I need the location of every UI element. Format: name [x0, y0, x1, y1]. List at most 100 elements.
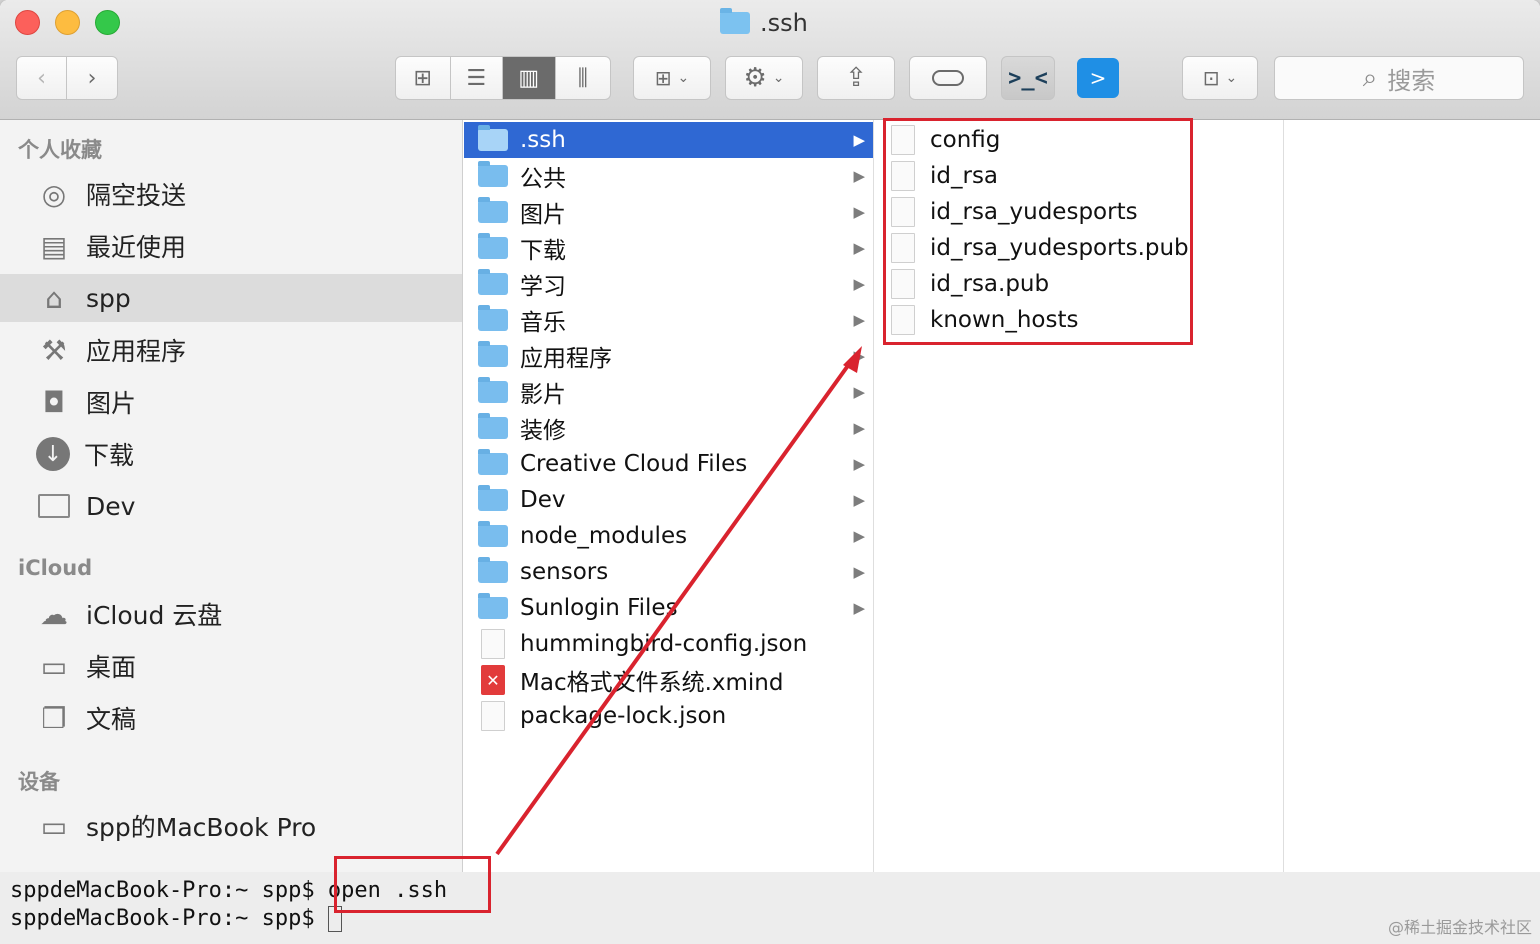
list-item-label: 装修 [520, 418, 566, 444]
search-placeholder: 搜索 [1387, 66, 1436, 95]
sidebar-item-home[interactable]: ⌂ spp [0, 274, 462, 322]
gear-icon: ⚙ [743, 63, 767, 93]
arrange-button[interactable]: ⊞ ⌄ [633, 56, 711, 100]
sidebar-item-label: 下载 [84, 441, 135, 470]
disclosure-arrow-icon: ▶ [853, 311, 865, 329]
folder-icon [720, 8, 750, 34]
applications-icon: ⚒ [41, 333, 67, 367]
list-item[interactable]: ✕ Mac格式文件系统.xmind [464, 662, 873, 698]
folder-icon [478, 521, 508, 547]
column-empty [1284, 120, 1540, 872]
list-item[interactable]: node_modules ▶ [464, 518, 873, 554]
sidebar-item-airdrop[interactable]: ◎ 隔空投送 [0, 170, 462, 218]
file-icon [481, 701, 505, 731]
close-window-button[interactable] [15, 10, 40, 35]
list-item[interactable]: 音乐 ▶ [464, 302, 873, 338]
back-button[interactable]: ‹ [17, 57, 68, 99]
sidebar-item-pictures[interactable]: ◘ 图片 [0, 378, 462, 426]
folder-icon [478, 197, 508, 223]
recents-icon: ▤ [40, 229, 68, 263]
sidebar-section-icloud: iCloud [18, 556, 93, 580]
sidebar-item-dev[interactable]: Dev [0, 482, 462, 530]
folder-icon [478, 593, 508, 619]
camera-icon: ◘ [42, 385, 66, 419]
sidebar-item-icloud-drive[interactable]: ☁ iCloud 云盘 [0, 590, 462, 638]
columns-icon: ▥ [518, 65, 540, 91]
search-icon: ⌕ [1362, 62, 1378, 93]
sidebar-item-downloads[interactable]: ↓ 下载 [0, 430, 462, 478]
list-item[interactable]: 应用程序 ▶ [464, 338, 873, 374]
grid-icon: ⊞ [413, 65, 432, 91]
disclosure-arrow-icon: ▶ [853, 275, 865, 293]
sidebar-item-desktop[interactable]: ▭ 桌面 [0, 642, 462, 690]
list-item-label: Sunlogin Files [520, 595, 678, 621]
disclosure-arrow-icon: ▶ [853, 167, 865, 185]
list-view-button[interactable]: ☰ [451, 57, 504, 99]
list-item-label: 下载 [520, 238, 566, 264]
list-item[interactable]: .ssh ▶ [464, 122, 873, 158]
terminal-prompt: sppdeMacBook-Pro:~ spp$ [10, 878, 328, 903]
gallery-view-button[interactable]: ⫼ [556, 57, 610, 99]
disclosure-arrow-icon: ▶ [853, 239, 865, 257]
folder-icon [478, 161, 508, 187]
action-button[interactable]: ⚙ ⌄ [725, 56, 803, 100]
path-button[interactable]: ⊡ ⌄ [1182, 56, 1258, 100]
disclosure-arrow-icon: ▶ [853, 599, 865, 617]
folder-icon [478, 449, 508, 475]
documents-icon: ❐ [41, 701, 67, 735]
chevron-down-icon: ⌄ [772, 70, 785, 86]
sidebar-item-label: 隔空投送 [86, 181, 187, 210]
disclosure-arrow-icon: ▶ [853, 527, 865, 545]
terminal-app-button[interactable]: >_< [1001, 56, 1055, 100]
view-mode-switcher: ⊞ ☰ ▥ ⫼ [395, 56, 611, 100]
disclosure-arrow-icon: ▶ [853, 347, 865, 365]
list-item[interactable]: Dev ▶ [464, 482, 873, 518]
column-view-button[interactable]: ▥ [503, 57, 556, 99]
share-button[interactable]: ⇪ [817, 56, 895, 100]
terminal[interactable]: sppdeMacBook-Pro:~ spp$ open .ssh sppdeM… [0, 872, 1540, 944]
list-item[interactable]: 影片 ▶ [464, 374, 873, 410]
list-item[interactable]: sensors ▶ [464, 554, 873, 590]
list-item[interactable]: Sunlogin Files ▶ [464, 590, 873, 626]
folder-icon [478, 557, 508, 583]
list-item[interactable]: 下载 ▶ [464, 230, 873, 266]
list-item-label: 学习 [520, 274, 566, 300]
vscode-app-button[interactable]: > [1071, 56, 1125, 100]
sidebar-item-recents[interactable]: ▤ 最近使用 [0, 222, 462, 270]
terminal-prompt: sppdeMacBook-Pro:~ spp$ [10, 906, 328, 931]
window-title-text: .ssh [760, 9, 808, 37]
sidebar-item-label: spp [86, 283, 131, 313]
list-item-label: Dev [520, 487, 566, 513]
disclosure-arrow-icon: ▶ [853, 383, 865, 401]
home-icon: ⌂ [45, 281, 63, 315]
list-item[interactable]: 图片 ▶ [464, 194, 873, 230]
list-item-label: 影片 [520, 382, 566, 408]
search-field[interactable]: ⌕ 搜索 [1274, 56, 1524, 100]
forward-button[interactable]: › [67, 57, 117, 99]
folder-icon [478, 125, 508, 151]
minimize-window-button[interactable] [55, 10, 80, 35]
icon-view-button[interactable]: ⊞ [396, 57, 451, 99]
tags-button[interactable] [909, 56, 987, 100]
list-item-label: Mac格式文件系统.xmind [520, 670, 784, 696]
list-item[interactable]: 学习 ▶ [464, 266, 873, 302]
chevron-down-icon: ⌄ [1225, 70, 1238, 86]
terminal-line-2: sppdeMacBook-Pro:~ spp$ [10, 906, 342, 932]
list-item[interactable]: 装修 ▶ [464, 410, 873, 446]
sidebar-item-macbook[interactable]: ▭ spp的MacBook Pro [0, 802, 462, 850]
folder-icon [478, 377, 508, 403]
disclosure-arrow-icon: ▶ [853, 131, 865, 149]
sidebar-item-applications[interactable]: ⚒ 应用程序 [0, 326, 462, 374]
sidebar-item-documents[interactable]: ❐ 文稿 [0, 694, 462, 742]
maximize-window-button[interactable] [95, 10, 120, 35]
list-item[interactable]: Creative Cloud Files ▶ [464, 446, 873, 482]
folder-icon [36, 488, 72, 524]
list-item[interactable]: hummingbird-config.json [464, 626, 873, 662]
list-item[interactable]: 公共 ▶ [464, 158, 873, 194]
list-item[interactable]: package-lock.json [464, 698, 873, 734]
sidebar-item-label: 桌面 [86, 653, 137, 682]
sidebar-item-label: 文稿 [86, 705, 137, 734]
chevron-left-icon: ‹ [37, 65, 46, 91]
list-item-label: Creative Cloud Files [520, 451, 748, 477]
disclosure-arrow-icon: ▶ [853, 203, 865, 221]
